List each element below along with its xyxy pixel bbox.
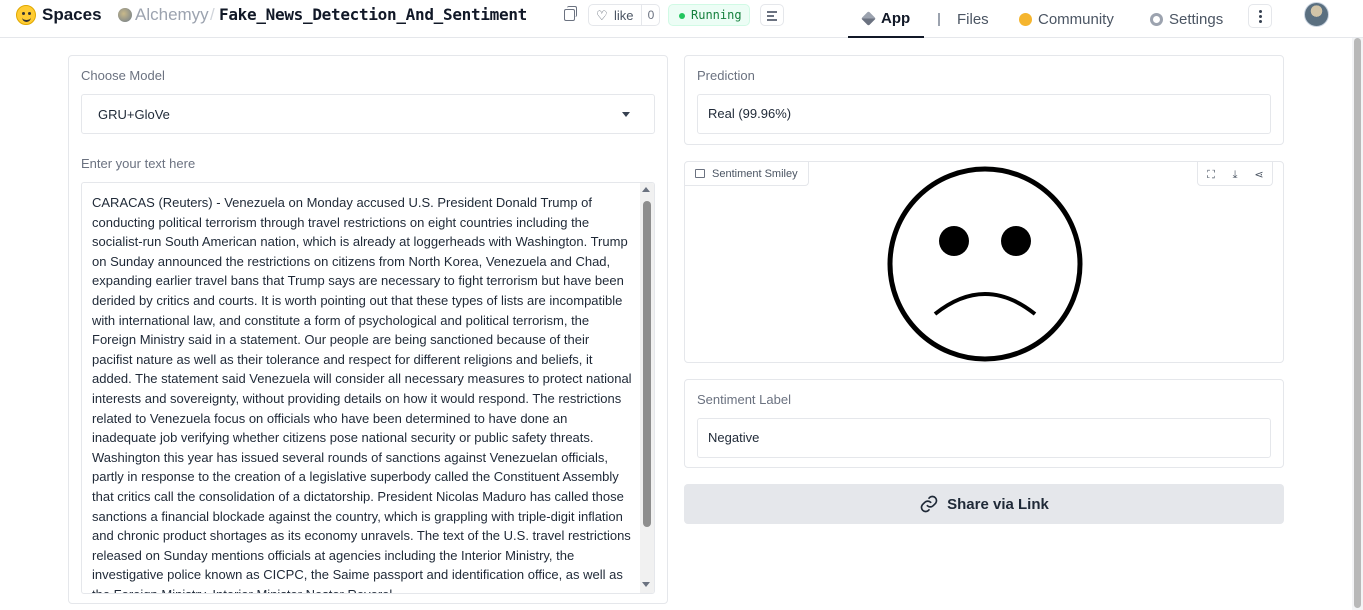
repo-name-link[interactable]: Fake_News_Detection_And_Sentiment [219,5,527,24]
prediction-output: Real (99.96%) [697,94,1271,134]
like-label: like [614,8,634,23]
copy-icon[interactable] [564,6,577,21]
tab-community-label: Community [1038,10,1114,28]
news-text-content: CARACAS (Reuters) - Venezuela on Monday … [92,195,632,593]
top-navigation-bar: Spaces Alchemyy / Fake_News_Detection_An… [0,0,1363,38]
textarea-scroll-thumb[interactable] [643,201,651,527]
sentiment-value: Negative [708,430,760,445]
heart-icon: ♡ [596,8,608,23]
hugging-face-logo-icon[interactable] [16,5,36,25]
spaces-brand-link[interactable]: Spaces [42,5,102,25]
tab-files-label: Files [957,10,989,28]
more-options-button[interactable] [1248,4,1272,28]
fullscreen-icon[interactable]: ⛶ [1201,166,1221,184]
input-panel: Choose Model GRU+GloVe Enter your text h… [68,55,668,604]
tab-app[interactable]: App [848,0,924,38]
status-badge[interactable]: Running [668,4,750,26]
tab-settings[interactable]: Settings [1150,0,1223,38]
news-text-textarea[interactable]: CARACAS (Reuters) - Venezuela on Monday … [81,182,655,594]
text-input-label: Enter your text here [81,156,196,171]
smiley-panel-tag: Sentiment Smiley [685,162,809,186]
logs-icon [767,11,777,13]
prediction-panel: Prediction Real (99.96%) [684,55,1284,145]
model-selected-value: GRU+GloVe [98,107,170,122]
chevron-down-icon [622,112,630,117]
prediction-label: Prediction [697,68,755,83]
tab-files[interactable]: Files [938,0,989,38]
tab-settings-label: Settings [1169,10,1224,28]
sentiment-label-title: Sentiment Label [697,392,791,407]
prediction-value: Real (99.96%) [708,106,792,121]
download-icon[interactable]: ⤓ [1225,166,1245,184]
path-separator: / [210,5,215,24]
status-dot-icon [679,13,685,19]
image-icon [695,169,705,178]
sentiment-label-panel: Sentiment Label Negative [684,379,1284,468]
sad-face-image [887,166,1083,362]
sentiment-output: Negative [697,418,1271,458]
share-button-label: Share via Link [947,495,1049,513]
community-icon [1019,12,1032,26]
sentiment-smiley-panel: Sentiment Smiley ⛶ ⤓ ⋖ [684,161,1284,363]
share-icon[interactable]: ⋖ [1249,166,1269,184]
more-dots-icon [1259,10,1262,13]
page-scroll-thumb[interactable] [1354,38,1361,608]
scroll-up-arrow-icon[interactable] [642,187,650,192]
user-avatar[interactable] [1304,2,1329,27]
tab-community[interactable]: Community [1019,0,1114,38]
cube-icon [861,10,876,26]
owner-link[interactable]: Alchemyy [135,5,209,25]
smiley-label: Sentiment Smiley [712,168,798,180]
logs-button[interactable] [760,4,784,26]
model-label: Choose Model [81,68,165,83]
files-icon [938,12,951,26]
share-via-link-button[interactable]: Share via Link [684,484,1284,524]
page-scrollbar[interactable] [1352,38,1363,610]
tab-app-label: App [881,9,911,27]
scroll-down-arrow-icon[interactable] [642,582,650,587]
owner-avatar [118,8,132,22]
like-button[interactable]: ♡ like 0 [588,4,660,26]
like-count: 0 [641,5,660,25]
model-dropdown[interactable]: GRU+GloVe [81,94,655,134]
gear-icon [1150,12,1163,26]
link-icon [920,495,938,513]
image-toolbar: ⛶ ⤓ ⋖ [1197,162,1273,186]
status-text: Running [691,8,742,22]
